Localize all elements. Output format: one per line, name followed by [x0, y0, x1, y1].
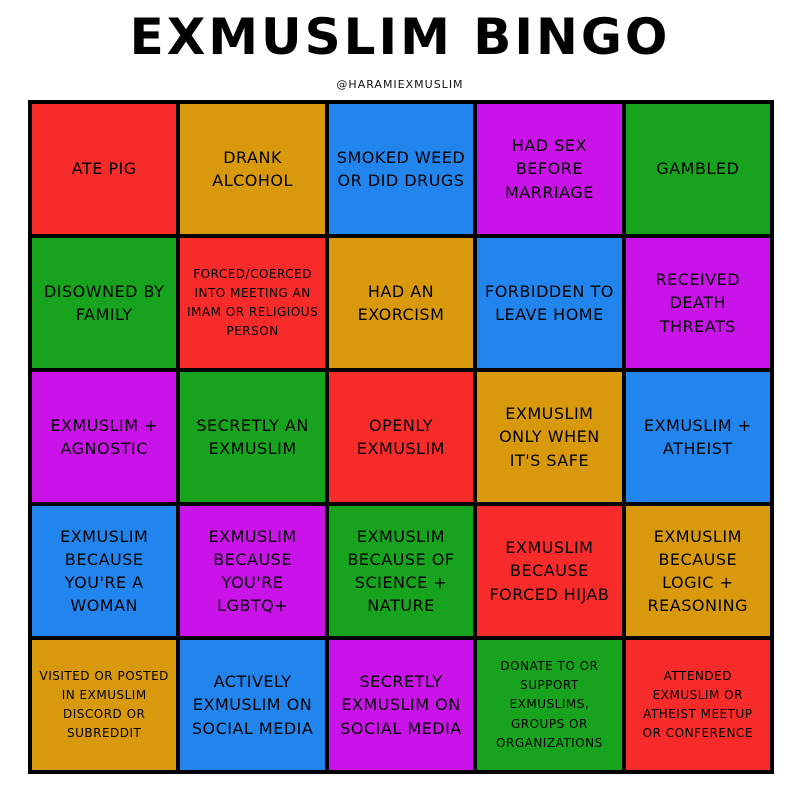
bingo-cell-label: EXMUSLIM BECAUSE YOU'RE LGBTQ+	[208, 526, 297, 616]
bingo-cell-label: ATTENDED EXMUSLIM OR ATHEIST MEETUP OR C…	[642, 668, 753, 741]
bingo-cell[interactable]: SECRETLY AN EXMUSLIM	[180, 372, 325, 502]
bingo-cell[interactable]: EXMUSLIM BECAUSE OF SCIENCE + NATURE	[328, 506, 474, 636]
bingo-cell-label: EXMUSLIM BECAUSE YOU'RE A WOMAN	[60, 526, 149, 616]
bingo-cell[interactable]: EXMUSLIM BECAUSE LOGIC + REASONING	[625, 506, 770, 636]
bingo-cell[interactable]: RECEIVED DEATH THREATS	[625, 238, 770, 368]
bingo-cell[interactable]: SMOKED WEED OR DID DRUGS	[328, 104, 474, 234]
bingo-cell-label: EXMUSLIM + ATHEIST	[643, 415, 752, 458]
bingo-cell-label: FORBIDDEN TO LEAVE HOME	[485, 281, 614, 324]
bingo-cell[interactable]: EXMUSLIM ONLY WHEN IT'S SAFE	[477, 372, 622, 502]
bingo-cell-label: HAD SEX BEFORE MARRIAGE	[504, 136, 594, 202]
bingo-cell[interactable]: DISOWNED BY FAMILY	[32, 238, 177, 368]
bingo-cell-label: ACTIVELY EXMUSLIM ON SOCIAL MEDIA	[191, 672, 314, 738]
bingo-cell[interactable]: ATE PIG	[32, 104, 177, 234]
bingo-cell[interactable]: EXMUSLIM + ATHEIST	[625, 372, 770, 502]
bingo-cell-label: FORCED/COERCED INTO MEETING AN IMAM OR R…	[186, 266, 319, 339]
bingo-cell[interactable]: ACTIVELY EXMUSLIM ON SOCIAL MEDIA	[180, 640, 325, 770]
bingo-cell-label: GAMBLED	[656, 159, 740, 179]
bingo-cell-label: EXMUSLIM ONLY WHEN IT'S SAFE	[499, 404, 600, 470]
bingo-cell[interactable]: SECRETLY EXMUSLIM ON SOCIAL MEDIA	[328, 640, 474, 770]
bingo-cell-label: DRANK ALCOHOL	[212, 147, 293, 190]
bingo-cell-label: SECRETLY AN EXMUSLIM	[196, 415, 309, 458]
bingo-cell[interactable]: OPENLY EXMUSLIM	[328, 372, 474, 502]
bingo-cell-label: SECRETLY EXMUSLIM ON SOCIAL MEDIA	[340, 672, 462, 738]
bingo-board: ATE PIG DRANK ALCOHOL SMOKED WEED OR DID…	[28, 100, 774, 774]
bingo-cell[interactable]: FORBIDDEN TO LEAVE HOME	[477, 238, 622, 368]
bingo-cell[interactable]: ATTENDED EXMUSLIM OR ATHEIST MEETUP OR C…	[625, 640, 770, 770]
bingo-cell-label: DISOWNED BY FAMILY	[43, 281, 165, 324]
bingo-cell[interactable]: HAD AN EXORCISM	[328, 238, 474, 368]
bingo-cell[interactable]: EXMUSLIM BECAUSE YOU'RE LGBTQ+	[180, 506, 325, 636]
bingo-cell[interactable]: HAD SEX BEFORE MARRIAGE	[477, 104, 622, 234]
bingo-cell-label: ATE PIG	[71, 159, 137, 179]
bingo-cell[interactable]: FORCED/COERCED INTO MEETING AN IMAM OR R…	[180, 238, 325, 368]
bingo-cell-label: HAD AN EXORCISM	[357, 281, 445, 324]
bingo-cell-label: DONATE TO OR SUPPORT EXMUSLIMS, GROUPS O…	[496, 659, 603, 750]
bingo-cell-label: RECEIVED DEATH THREATS	[655, 270, 741, 336]
bingo-cell[interactable]: VISITED OR POSTED IN EXMUSLIM DISCORD OR…	[32, 640, 177, 770]
bingo-cell-label: EXMUSLIM + AGNOSTIC	[50, 415, 159, 458]
bingo-cell[interactable]: GAMBLED	[625, 104, 770, 234]
bingo-cell[interactable]: EXMUSLIM BECAUSE YOU'RE A WOMAN	[32, 506, 177, 636]
page-title: EXMUSLIM BINGO	[129, 8, 671, 66]
bingo-cell-label: VISITED OR POSTED IN EXMUSLIM DISCORD OR…	[39, 668, 169, 741]
bingo-cell-label: EXMUSLIM BECAUSE FORCED HIJAB	[489, 538, 610, 604]
bingo-cell-label: SMOKED WEED OR DID DRUGS	[336, 147, 466, 190]
bingo-cell-label: OPENLY EXMUSLIM	[356, 415, 446, 458]
bingo-cell[interactable]: DONATE TO OR SUPPORT EXMUSLIMS, GROUPS O…	[477, 640, 622, 770]
bingo-cell[interactable]: EXMUSLIM + AGNOSTIC	[32, 372, 177, 502]
author-handle: @HARAMIEXMUSLIM	[336, 78, 464, 91]
bingo-cell-label: EXMUSLIM BECAUSE LOGIC + REASONING	[647, 526, 749, 616]
bingo-cell[interactable]: DRANK ALCOHOL	[180, 104, 325, 234]
bingo-cell-label: EXMUSLIM BECAUSE OF SCIENCE + NATURE	[347, 526, 455, 616]
bingo-cell[interactable]: EXMUSLIM BECAUSE FORCED HIJAB	[477, 506, 622, 636]
